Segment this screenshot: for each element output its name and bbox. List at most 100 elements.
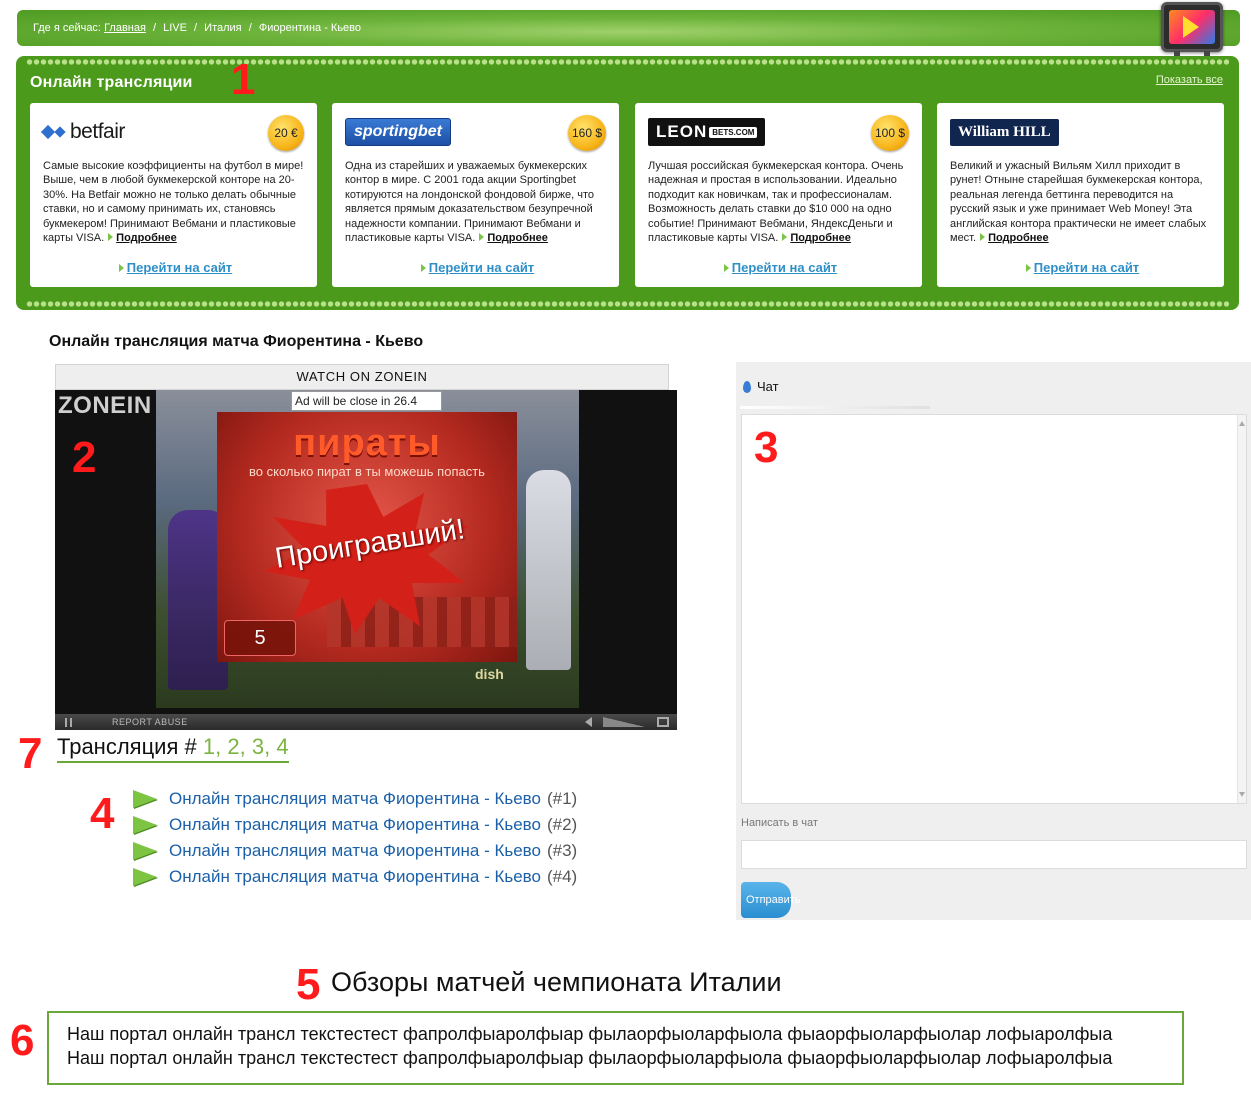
broadcast-link[interactable]: Онлайн трансляция матча Фиорентина - Кье…	[169, 841, 541, 861]
broadcast-link-number: (#4)	[546, 867, 578, 886]
bullet-triangle-icon	[108, 233, 114, 242]
bookmaker-card-betfair: betfair 20 € Самые высокие коэффициенты …	[30, 103, 317, 287]
ad-subtitle: во сколько пират в ты можешь попасть	[249, 464, 485, 479]
more-link[interactable]: Подробнее	[116, 232, 177, 244]
williamhill-logo-text: William HILL	[950, 118, 1059, 146]
broadcast-label: Трансляция #	[57, 734, 197, 759]
report-abuse-link[interactable]: REPORT ABUSE	[112, 717, 188, 727]
scroll-up-icon[interactable]	[1239, 421, 1245, 426]
chat-scrollbar[interactable]	[1237, 415, 1246, 803]
card-description-text: Лучшая российская букмекерская контора. …	[648, 160, 904, 245]
leon-logo[interactable]: LEON BETS.COM	[648, 117, 766, 147]
list-item: Онлайн трансляция матча Фиорентина - Кье…	[133, 786, 577, 812]
breadcrumb-separator: /	[153, 22, 157, 34]
goto-site-link[interactable]: Перейти на сайт	[127, 260, 232, 275]
arrow-right-icon	[133, 868, 157, 886]
more-link[interactable]: Подробнее	[790, 232, 851, 244]
bonus-badge: 20 €	[268, 115, 304, 151]
goto-site-link[interactable]: Перейти на сайт	[1034, 260, 1139, 275]
card-description: Самые высокие коэффициенты на футбол в м…	[43, 159, 305, 245]
bookmaker-card-leon: LEON BETS.COM 100 $ Лучшая российская бук…	[635, 103, 922, 287]
broadcast-link[interactable]: Онлайн трансляция матча Фиорентина - Кье…	[169, 867, 541, 887]
betfair-diamond-icon	[54, 126, 66, 139]
chat-header-divider	[740, 406, 930, 409]
breadcrumb-item-italy: Италия	[204, 22, 242, 34]
bullet-triangle-icon	[118, 264, 124, 272]
leon-logo-tag: BETS.COM	[709, 127, 758, 139]
panel-perforation	[26, 58, 1229, 66]
ad-close-countdown[interactable]: Ad will be close in 26.4	[291, 391, 442, 411]
tv-icon[interactable]	[1161, 2, 1223, 57]
goto-site: Перейти на сайт	[30, 260, 317, 275]
leon-logo-text: LEON	[656, 122, 708, 141]
seo-text-line: Наш портал онлайн трансл текстестест фап…	[67, 1048, 1113, 1068]
arrow-right-icon	[133, 790, 157, 808]
broadcast-number-4[interactable]: 4	[276, 734, 288, 759]
sportingbet-logo-text: sportingbet	[345, 118, 451, 146]
broadcast-link-number: (#1)	[546, 789, 578, 808]
broadcast-links-list: Онлайн трансляция матча Фиорентина - Кье…	[133, 786, 577, 890]
bookmaker-card-sportingbet: sportingbet 160 $ Одна из старейших и ув…	[332, 103, 619, 287]
more-link[interactable]: Подробнее	[487, 232, 548, 244]
volume-icon[interactable]	[585, 717, 592, 727]
betfair-logo[interactable]: betfair	[40, 117, 125, 147]
chat-pin-icon	[743, 380, 751, 393]
broadcast-number-2[interactable]: 2	[227, 734, 239, 759]
volume-slider[interactable]	[603, 717, 645, 727]
card-description: Великий и ужасный Вильям Хилл приходит в…	[950, 159, 1212, 245]
fullscreen-icon[interactable]	[657, 717, 669, 727]
card-description: Одна из старейших и уважаемых букмекерск…	[345, 159, 607, 245]
sportingbet-logo[interactable]: sportingbet	[345, 117, 451, 147]
broadcast-numbers: 1, 2, 3, 4	[202, 734, 289, 759]
goto-site-link[interactable]: Перейти на сайт	[732, 260, 837, 275]
annotation-5: 5	[296, 960, 321, 1009]
broadcast-link[interactable]: Онлайн трансляция матча Фиорентина - Кье…	[169, 815, 541, 835]
breadcrumb-home-link[interactable]: Главная	[104, 22, 146, 34]
channel-logo: dish	[475, 666, 504, 682]
arrow-right-icon	[133, 816, 157, 834]
player-figure	[526, 470, 571, 670]
bullet-triangle-icon	[420, 264, 426, 272]
pause-icon[interactable]	[65, 718, 72, 727]
seo-text-line: Наш портал онлайн трансл текстестест фап…	[67, 1024, 1113, 1044]
chat-input-label: Написать в чат	[741, 817, 818, 829]
bookmaker-card-williamhill: William HILL Великий и ужасный Вильям Хи…	[937, 103, 1224, 287]
video-ad-banner[interactable]: пираты во сколько пират в ты можешь попа…	[217, 412, 517, 662]
betfair-diamond-icon	[40, 125, 56, 140]
breadcrumb-item-live: LIVE	[163, 22, 187, 34]
breadcrumb: Где я сейчас: Главная / LIVE / Италия / …	[33, 22, 361, 34]
card-description-text: Одна из старейших и уважаемых букмекерск…	[345, 160, 595, 245]
online-broadcasts-panel: Онлайн трансляции Показать все betfair 2…	[16, 56, 1239, 310]
breadcrumb-bar: Где я сейчас: Главная / LIVE / Италия / …	[17, 10, 1240, 46]
broadcast-number-1[interactable]: 1	[203, 734, 215, 759]
ad-title: пираты	[293, 422, 441, 464]
chat-messages[interactable]	[741, 414, 1247, 804]
seo-text-box: Наш портал онлайн трансл текстестест фап…	[47, 1011, 1184, 1085]
goto-site-link[interactable]: Перейти на сайт	[429, 260, 534, 275]
card-description: Лучшая российская букмекерская контора. …	[648, 159, 910, 245]
ad-count[interactable]: 5	[224, 620, 296, 656]
list-item: Онлайн трансляция матча Фиорентина - Кье…	[133, 838, 577, 864]
send-button[interactable]: Отправить	[741, 882, 801, 918]
video-player[interactable]: ZONEIN Ad will be close in 26.4 пираты в…	[55, 390, 677, 730]
williamhill-logo[interactable]: William HILL	[950, 117, 1059, 147]
list-item: Онлайн трансляция матча Фиорентина - Кье…	[133, 864, 577, 890]
scroll-down-icon[interactable]	[1239, 792, 1245, 797]
bullet-triangle-icon	[479, 233, 485, 242]
list-item: Онлайн трансляция матча Фиорентина - Кье…	[133, 812, 577, 838]
show-all-link[interactable]: Показать все	[1156, 74, 1223, 86]
more-link[interactable]: Подробнее	[988, 232, 1049, 244]
annotation-3: 3	[754, 423, 779, 472]
chat-panel: Чат Написать в чат Отправить	[736, 362, 1251, 920]
goto-site: Перейти на сайт	[937, 260, 1224, 275]
goto-site: Перейти на сайт	[635, 260, 922, 275]
bonus-badge: 160 $	[568, 115, 606, 151]
match-title: Онлайн трансляция матча Фиорентина - Кье…	[49, 333, 424, 350]
panel-perforation	[26, 300, 1229, 308]
breadcrumb-prefix: Где я сейчас:	[33, 22, 101, 34]
annotation-6: 6	[10, 1016, 35, 1065]
broadcast-number-3[interactable]: 3	[252, 734, 264, 759]
chat-input[interactable]	[741, 840, 1247, 869]
broadcast-link[interactable]: Онлайн трансляция матча Фиорентина - Кье…	[169, 789, 541, 809]
watch-on-zonein-link[interactable]: WATCH ON ZONEIN	[55, 364, 669, 390]
